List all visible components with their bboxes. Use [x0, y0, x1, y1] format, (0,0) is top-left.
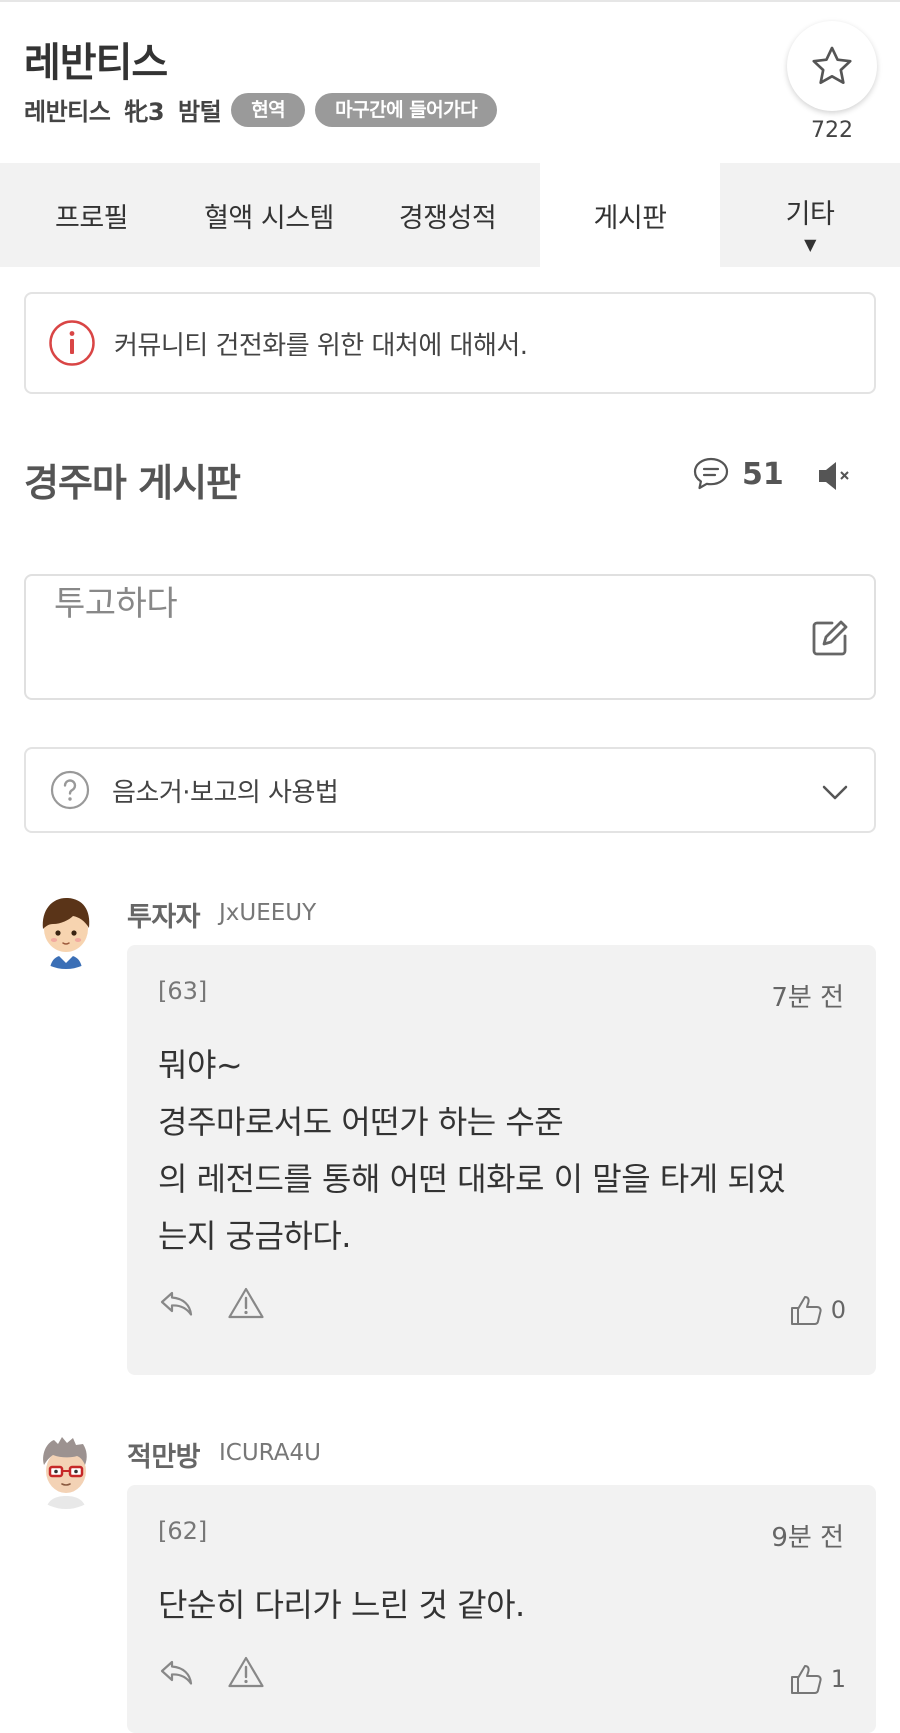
mute-toggle-button[interactable] — [815, 456, 855, 500]
community-notice[interactable]: 커뮤니티 건전화를 위한 대처에 대해서. — [24, 292, 876, 394]
tab-bloodline[interactable]: 혈액 시스템 — [183, 163, 355, 267]
comment-body: 뭐야~ 경주마로서도 어떤가 하는 수준 의 레전드를 통해 어떤 대화로 이 … — [158, 1037, 786, 1265]
comment-user-id: JxUEEUY — [219, 900, 317, 926]
tab-bar: 프로필 혈액 시스템 경쟁성적 게시판 기타 ▼ — [0, 163, 900, 267]
tab-more[interactable]: 기타 ▼ — [720, 163, 900, 267]
star-icon — [812, 46, 852, 85]
horse-meta-name: 레반티스 — [24, 98, 111, 126]
post-placeholder: 투고하다 — [54, 584, 178, 624]
status-badge: 현역 — [231, 92, 306, 127]
edit-icon — [812, 620, 848, 656]
comment-item: 투자자 JxUEEUY [63] 7분 전 뭐야~ 경주마로서도 어떤가 하는 … — [0, 885, 900, 1375]
comment-line: 뭐야~ — [158, 1046, 243, 1084]
comment-nickname[interactable]: 투자자 — [127, 895, 201, 934]
warning-icon — [228, 1287, 264, 1319]
comment-line: 단순히 다리가 느린 것 같아. — [158, 1586, 525, 1624]
like-button[interactable]: 1 — [789, 1662, 846, 1696]
help-text: 음소거·보고의 사용법 — [112, 777, 339, 808]
like-button[interactable]: 0 — [789, 1293, 846, 1327]
thumbs-up-icon — [790, 1296, 822, 1325]
comment-bubble-icon — [693, 457, 729, 490]
comment-line: 경주마로서도 어떤가 하는 수준 — [158, 1103, 564, 1141]
reply-icon — [160, 1291, 193, 1316]
reply-button[interactable] — [158, 1288, 196, 1326]
comment-count: 51 — [742, 456, 784, 492]
horse-name: 레반티스 — [24, 40, 168, 86]
tab-profile[interactable]: 프로필 — [0, 163, 183, 267]
favorite-button[interactable] — [787, 21, 877, 111]
notice-text: 커뮤니티 건전화를 위한 대처에 대해서. — [114, 330, 528, 361]
comment-time: 9분 전 — [771, 1523, 844, 1553]
boy-avatar-icon — [24, 885, 108, 969]
horse-header: 레반티스 레반티스 牝3 밤털 현역 마구간에 들어가다 722 — [0, 0, 900, 163]
info-icon — [49, 320, 95, 366]
comment-bubble: [62] 9분 전 단순히 다리가 느린 것 같아. 1 — [127, 1485, 876, 1733]
comment-item: 적만방 ICURA4U [62] 9분 전 단순히 다리가 느린 것 같아. 1 — [0, 1425, 900, 1733]
comment-body: 단순히 다리가 느린 것 같아. — [158, 1577, 525, 1634]
question-icon — [50, 770, 90, 810]
comment-line: 는지 궁금하다. — [158, 1217, 351, 1255]
speaker-mute-icon — [819, 462, 849, 490]
comment-time: 7분 전 — [771, 983, 844, 1013]
mute-report-help[interactable]: 음소거·보고의 사용법 — [24, 747, 876, 833]
post-edit-button[interactable] — [810, 618, 850, 662]
report-button[interactable] — [227, 1286, 265, 1324]
post-compose-box[interactable]: 투고하다 — [24, 574, 876, 700]
avatar[interactable] — [24, 885, 108, 969]
like-count: 1 — [830, 1665, 846, 1693]
reply-button[interactable] — [158, 1657, 196, 1695]
tab-label: 프로필 — [54, 202, 129, 234]
caret-down-icon: ▼ — [804, 234, 816, 254]
horse-meta-color: 밤털 — [178, 98, 222, 126]
like-count: 0 — [830, 1296, 846, 1324]
chevron-down-icon — [822, 785, 848, 800]
avatar[interactable] — [24, 1425, 108, 1509]
comment-user-id: ICURA4U — [219, 1440, 321, 1466]
warning-icon — [228, 1656, 264, 1688]
thumbs-up-icon — [790, 1665, 822, 1694]
tab-label: 경쟁성적 — [398, 202, 497, 234]
horse-meta-sex-age: 牝3 — [124, 98, 165, 126]
tab-label: 혈액 시스템 — [204, 202, 334, 234]
comment-counter: 51 — [692, 456, 784, 492]
report-button[interactable] — [227, 1655, 265, 1693]
tab-board[interactable]: 게시판 — [540, 163, 720, 267]
favorite-count: 722 — [811, 118, 853, 143]
tab-label: 기타 — [785, 198, 835, 230]
stable-badge: 마구간에 들어가다 — [315, 92, 498, 127]
comment-line: 의 레전드를 통해 어떤 대화로 이 말을 타게 되었 — [158, 1160, 786, 1198]
tab-race-results[interactable]: 경쟁성적 — [355, 163, 540, 267]
comment-nickname[interactable]: 적만방 — [127, 1435, 201, 1474]
tab-label: 게시판 — [593, 202, 667, 234]
comment-bubble: [63] 7분 전 뭐야~ 경주마로서도 어떤가 하는 수준 의 레전드를 통해… — [127, 945, 876, 1375]
board-title: 경주마 게시판 — [24, 461, 241, 505]
comment-number: [62] — [158, 1517, 208, 1545]
comment-number: [63] — [158, 977, 208, 1005]
horse-meta: 레반티스 牝3 밤털 현역 마구간에 들어가다 — [24, 92, 498, 127]
reply-icon — [160, 1660, 193, 1685]
man-with-glasses-avatar-icon — [24, 1425, 108, 1509]
